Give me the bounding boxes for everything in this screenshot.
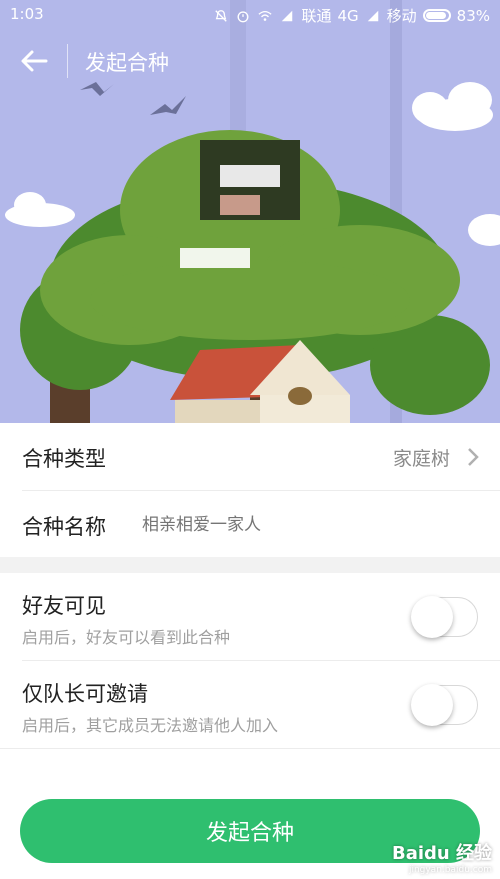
battery-icon [422, 9, 451, 22]
carrier-1-label: 联通 [301, 7, 332, 25]
type-value: 家庭树 [392, 448, 450, 470]
setting-label: 好友可见 [22, 594, 106, 618]
signal-icon-1 [282, 10, 293, 21]
setting-leader-invite-only: 仅队长可邀请 启用后，其它成员无法邀请他人加入 [0, 661, 500, 749]
battery-percent: 83% [456, 6, 490, 25]
signal-icon-2 [367, 10, 378, 21]
type-row[interactable]: 合种类型 家庭树 [0, 423, 500, 491]
baidu-watermark: Baidu 经验 jingyan.baidu.com [392, 839, 492, 875]
setting-description: 启用后，好友可以看到此合种 [22, 628, 231, 647]
carrier-2-label: 移动 [386, 7, 417, 25]
leader-invite-toggle[interactable] [411, 684, 478, 726]
page-title: 发起合种 [85, 51, 169, 75]
wifi-icon [258, 10, 273, 21]
setting-label: 仅队长可邀请 [22, 682, 148, 706]
chevron-right-icon [468, 448, 479, 466]
watermark-brand: Baidu 经验 [391, 843, 492, 864]
section-separator [0, 557, 500, 573]
mute-bell-icon [215, 9, 228, 22]
setting-friends-visible: 好友可见 启用后，好友可以看到此合种 [0, 573, 500, 661]
status-icons: 联通 4G 移动 83% [213, 5, 490, 26]
name-row: 合种名称 [0, 491, 500, 557]
network-type-label: 4G [337, 6, 359, 25]
app-bar: 发起合种 [0, 28, 500, 94]
type-label: 合种类型 [22, 447, 106, 471]
alarm-icon [237, 10, 249, 22]
row-divider [0, 748, 500, 749]
name-input[interactable] [140, 509, 464, 541]
watermark-url: jingyan.baidu.com [408, 865, 492, 875]
name-label: 合种名称 [22, 515, 106, 539]
clock-time: 1:03 [10, 5, 44, 23]
toggle-knob [411, 684, 453, 726]
toggle-knob [411, 596, 453, 638]
appbar-divider [67, 44, 68, 78]
status-bar: 1:03 联通 4G 移动 83% [0, 0, 500, 28]
back-arrow-icon[interactable] [18, 45, 50, 77]
friends-visible-toggle[interactable] [411, 596, 478, 638]
setting-description: 启用后，其它成员无法邀请他人加入 [22, 716, 279, 735]
